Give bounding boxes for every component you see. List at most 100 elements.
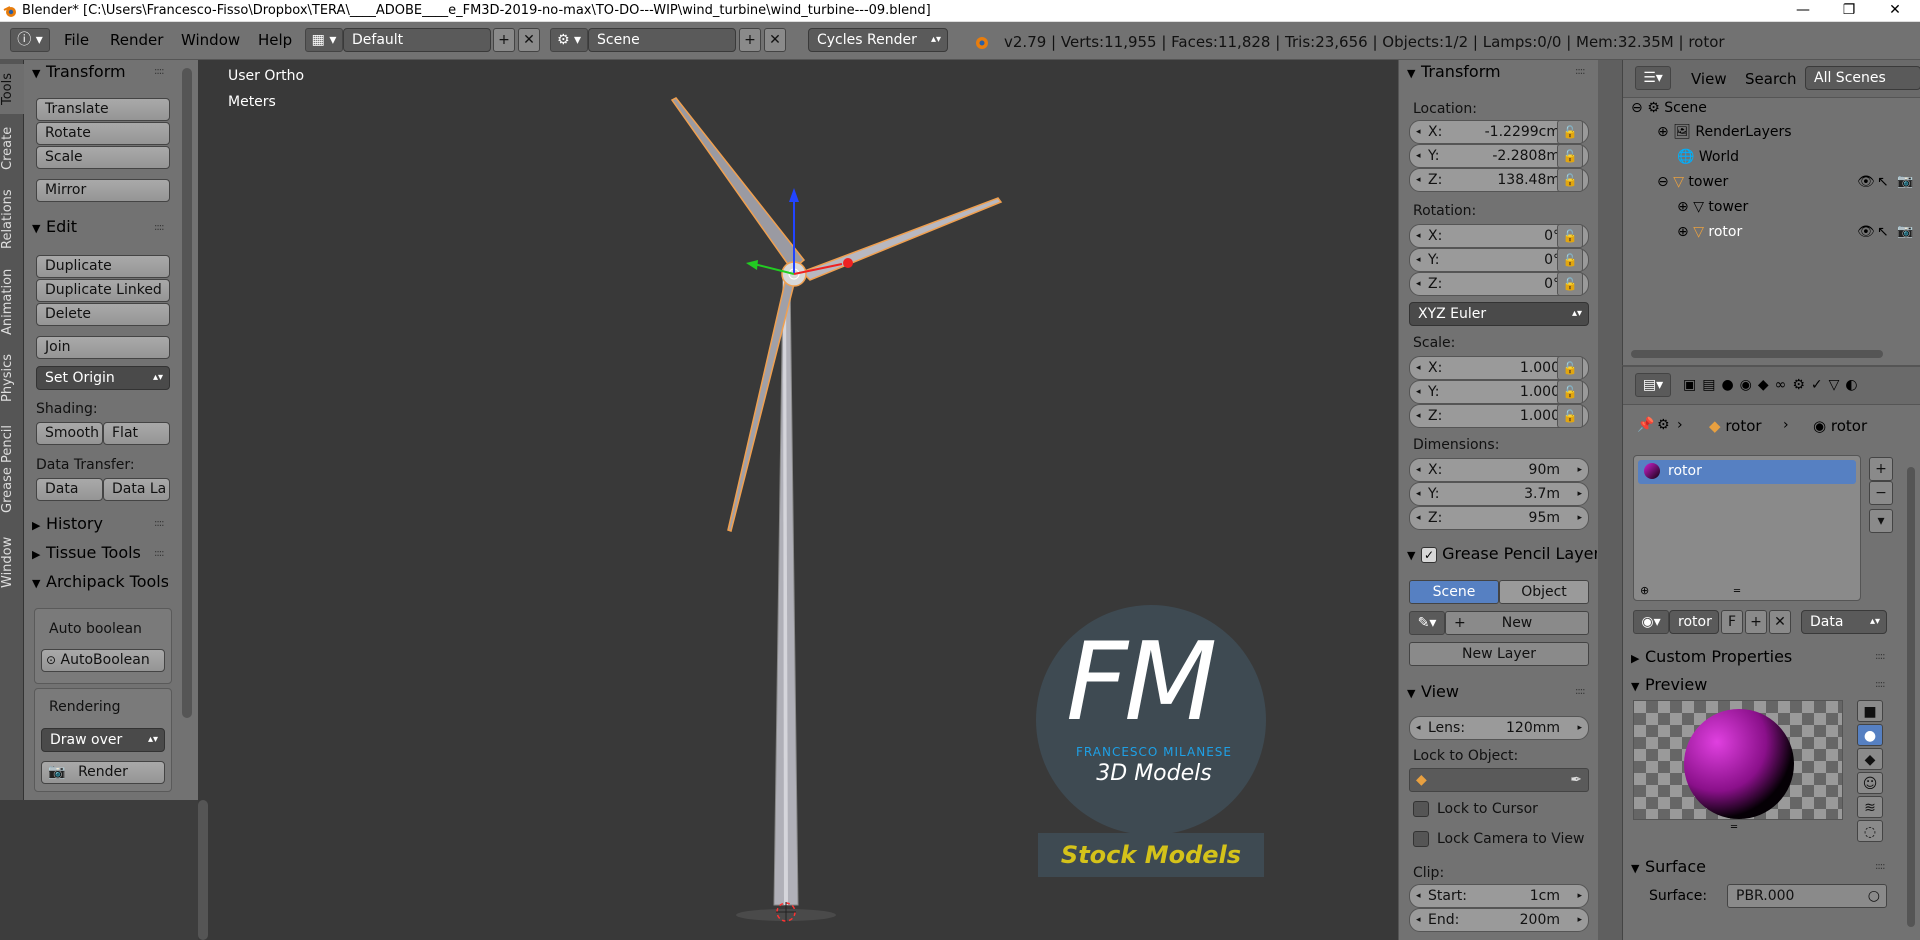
lock-icon[interactable]: 🔓 [1557,120,1583,144]
remove-scene-icon[interactable]: ✕ [764,28,786,52]
remove-slot-icon[interactable]: − [1869,481,1893,505]
restore-button[interactable]: ❐ [1826,0,1872,22]
render-button[interactable]: 📷 Render [41,761,165,784]
lock-icon[interactable]: 🔓 [1557,168,1583,192]
material-name-field[interactable]: rotor [1669,610,1719,634]
outliner-row-renderlayers[interactable]: ⊕ 🖼 RenderLayers [1657,124,1792,140]
outliner-search-menu[interactable]: Search [1745,70,1797,88]
drag-grip-icon[interactable]: :::: [1575,66,1586,77]
editor-type-outliner-icon[interactable]: ☰▾ [1635,66,1671,90]
tab-create[interactable]: Create [0,120,24,176]
material-slots-list[interactable]: rotor ⊕ ═ [1633,455,1861,601]
drag-grip-icon[interactable]: :::: [154,66,165,77]
preview-sphere-icon[interactable]: ● [1857,724,1883,746]
screen-layout-field[interactable]: Default [343,28,491,52]
new-material-icon[interactable]: + [1745,610,1767,634]
tissue-tools-panel-header[interactable]: ▶ Tissue Tools [32,543,141,562]
drag-grip-icon[interactable]: :::: [1575,686,1586,697]
editor-type-info-icon[interactable]: ⓘ ▾ [10,28,50,52]
outliner-row-scene[interactable]: ⊖ ⚙ Scene [1631,100,1707,116]
dimension-y-field[interactable]: ◂ Y: 3.7m ▸ [1409,482,1589,506]
scale-button[interactable]: Scale [36,146,170,169]
tab-tools[interactable]: Tools [0,64,24,114]
surface-shader-select[interactable]: PBR.000 ○ [1727,884,1887,908]
set-origin-dropdown[interactable]: Set Origin ▴▾ [36,366,170,390]
outliner-row-rotor[interactable]: ⊕ ▽ rotor [1677,224,1742,240]
dimension-x-field[interactable]: ◂ X: 90m ▸ [1409,458,1589,482]
properties-context-icons[interactable]: ▣▤●◉◆∞⚙✓▽◐ [1683,377,1864,393]
unlink-material-icon[interactable]: ✕ [1769,610,1791,634]
transform-panel-header[interactable]: ▼ Transform [32,62,126,81]
pin-icon[interactable]: 📌 [1637,417,1654,433]
remove-layout-icon[interactable]: ✕ [518,28,540,52]
autoboolean-button[interactable]: ⊙ AutoBoolean [41,649,165,672]
drag-grip-icon[interactable]: :::: [1875,861,1886,872]
lock-icon[interactable]: 🔓 [1557,380,1583,404]
renderable-camera-icon[interactable]: 📷 [1897,224,1913,239]
drag-grip-icon[interactable]: :::: [154,222,165,233]
preview-cube-icon[interactable]: ◆ [1857,748,1883,770]
drag-grip-icon[interactable]: :::: [154,518,165,529]
smooth-shading-button[interactable]: Smooth [36,422,103,445]
clip-start-field[interactable]: ◂ Start: 1cm ▸ [1409,884,1589,908]
preview-sky-icon[interactable]: ◌ [1857,820,1883,842]
outliner-view-menu[interactable]: View [1691,70,1727,88]
renderable-camera-icon[interactable]: 📷 [1897,174,1913,189]
scene-field[interactable]: Scene [588,28,736,52]
preview-flat-icon[interactable]: ■ [1857,700,1883,722]
translate-button[interactable]: Translate [36,98,170,121]
menu-file[interactable]: File [64,31,89,49]
clip-end-field[interactable]: ◂ End: 200m ▸ [1409,908,1589,932]
duplicate-linked-button[interactable]: Duplicate Linked [36,279,170,302]
draw-over-dropdown[interactable]: Draw over ▴▾ [41,728,165,752]
visibility-eye-icon[interactable]: 👁 [1857,174,1875,190]
browse-icon[interactable]: ⚙ [1657,417,1670,433]
grease-pencil-layer-header[interactable]: ▼ ✓ Grease Pencil Layer [1407,544,1597,563]
selectable-arrow-icon[interactable]: ↖ [1877,174,1889,190]
tab-grease-pencil[interactable]: Grease Pencil [0,414,24,524]
tab-animation[interactable]: Animation [0,262,24,342]
delete-button[interactable]: Delete [36,303,170,326]
lens-field[interactable]: ◂ Lens: 120mm ▸ [1409,716,1589,740]
outliner-filter-select[interactable]: All Scenes [1805,66,1920,90]
3d-viewport[interactable]: User Ortho Meters FM FRANCESCO MILANESE … [198,60,1398,940]
custom-properties-header[interactable]: ▶ Custom Properties [1631,647,1792,666]
rotation-mode-dropdown[interactable]: XYZ Euler ▴▾ [1409,302,1589,326]
lock-icon[interactable]: 🔓 [1557,272,1583,296]
render-engine-select[interactable]: Cycles Render ▴▾ [808,28,948,52]
material-slot-selected[interactable]: rotor [1638,460,1856,484]
menu-render[interactable]: Render [110,31,163,49]
outliner-row-tower-object[interactable]: ⊖ ▽ tower [1657,174,1728,190]
outliner-row-world[interactable]: 🌐 World [1677,149,1739,165]
checkbox-checked-icon[interactable]: ✓ [1421,546,1437,563]
fake-user-button[interactable]: F [1721,610,1743,634]
n-transform-header[interactable]: ▼ Transform [1407,62,1501,81]
lock-icon[interactable]: 🔓 [1557,224,1583,248]
selectable-arrow-icon[interactable]: ↖ [1877,224,1889,240]
tab-window[interactable]: Window [0,530,24,594]
slot-menu-icon[interactable]: ▾ [1869,509,1893,533]
lock-cursor-checkbox[interactable] [1413,801,1429,817]
preview-monkey-icon[interactable]: ☺ [1857,772,1883,794]
preview-hair-icon[interactable]: ≋ [1857,796,1883,818]
outliner-horizontal-scrollbar[interactable] [1631,350,1883,358]
edit-panel-header[interactable]: ▼ Edit [32,217,77,236]
lock-icon[interactable]: 🔓 [1557,248,1583,272]
screen-layout-icon[interactable]: ▦ ▾ [305,28,343,52]
add-slot-icon[interactable]: + [1869,457,1893,481]
mirror-button[interactable]: Mirror [36,179,170,202]
outliner-row-tower-mesh[interactable]: ⊕ ▽ tower [1677,199,1748,215]
tab-relations[interactable]: Relations [0,182,24,256]
gp-scene-toggle[interactable]: Scene [1409,580,1499,604]
material-browse-icon[interactable]: ◉▾ [1633,610,1669,634]
material-link-select[interactable]: Data ▴▾ [1801,610,1887,634]
surface-header[interactable]: ▼ Surface [1631,857,1706,876]
gp-object-toggle[interactable]: Object [1499,580,1589,604]
rotate-button[interactable]: Rotate [36,122,170,145]
tool-shelf-scrollbar[interactable] [182,68,192,718]
list-resize-grip-icon[interactable]: ═ [1734,586,1740,597]
join-button[interactable]: Join [36,336,170,359]
minimize-button[interactable]: — [1780,0,1826,22]
data-layout-button[interactable]: Data La [103,478,170,501]
pencil-icon[interactable]: ✎▾ [1409,611,1445,635]
